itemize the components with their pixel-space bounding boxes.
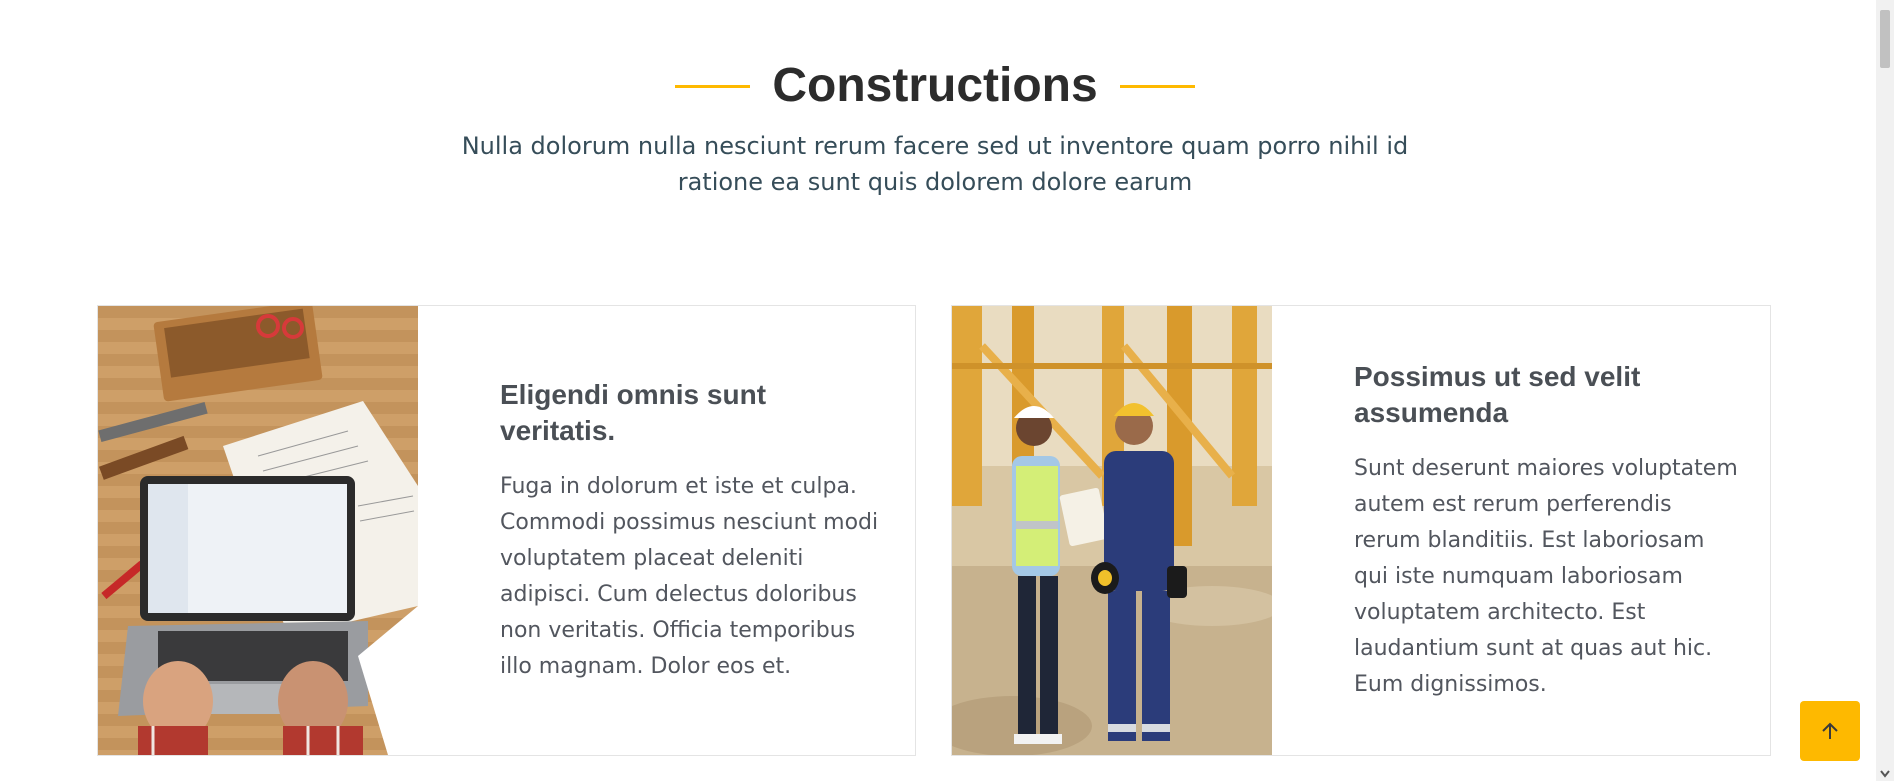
card-description: Fuga in dolorum et iste et culpa. Commod… (500, 473, 879, 679)
card-description: Sunt deserunt maiores voluptatem autem e… (1354, 455, 1738, 697)
card-title[interactable]: Eligendi omnis sunt veritatis. (500, 377, 885, 449)
card-image-laptop-tools (98, 306, 418, 755)
construction-card: Possimus ut sed velit assumenda Sunt des… (951, 305, 1771, 756)
scroll-top-button[interactable] (1800, 701, 1860, 761)
card-title[interactable]: Possimus ut sed velit assumenda (1354, 359, 1740, 431)
page: Constructions Nulla dolorum nulla nesciu… (0, 0, 1894, 781)
section-title: Constructions (772, 59, 1098, 112)
section-subtitle: Nulla dolorum nulla nesciunt rerum facer… (461, 132, 1409, 196)
title-decor-line-right (1119, 84, 1195, 88)
arrow-up-icon (1822, 722, 1838, 739)
scroll-down-arrow-icon[interactable] (1879, 769, 1891, 779)
card-image-construction-workers (952, 306, 1272, 755)
title-decor-line-left (675, 84, 751, 88)
card-body: Eligendi omnis sunt veritatis. Fuga in d… (418, 306, 915, 755)
scrollbar-thumb[interactable] (1880, 10, 1890, 68)
card-body: Possimus ut sed velit assumenda Sunt des… (1272, 306, 1770, 755)
section-subtitle-wrap: Nulla dolorum nulla nesciunt rerum facer… (0, 128, 1870, 200)
section-title-row: Constructions (0, 56, 1870, 116)
construction-card: Eligendi omnis sunt veritatis. Fuga in d… (97, 305, 916, 756)
page-scrollbar[interactable] (1876, 0, 1894, 781)
